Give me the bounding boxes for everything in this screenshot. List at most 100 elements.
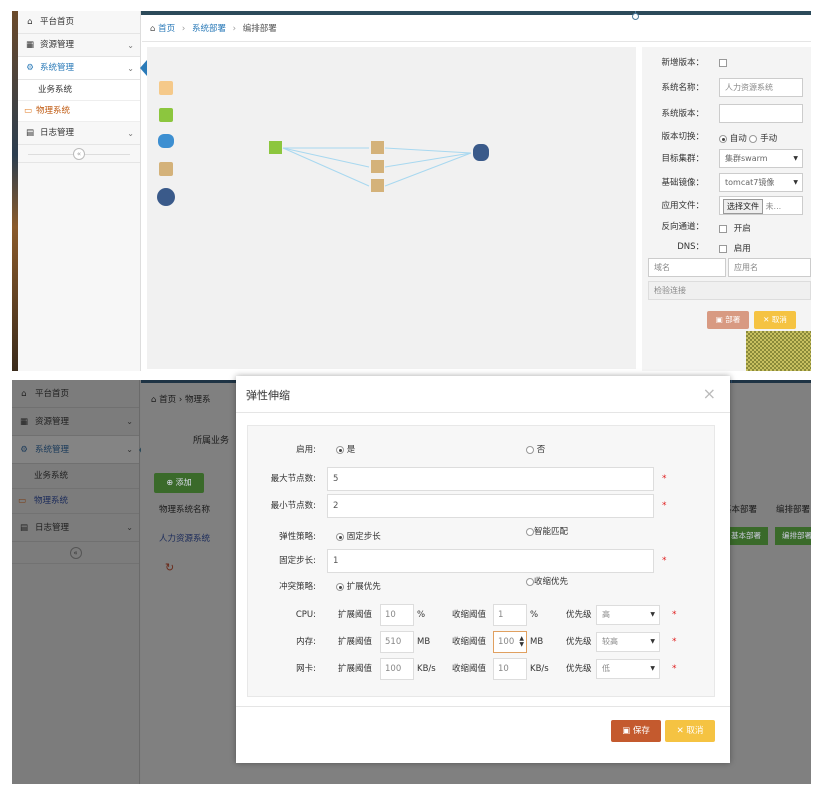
row-resource-cpu: CPU: 扩展阈值 10 % 收缩阈值 1 % 优先级 高 *	[248, 604, 716, 626]
row-physical-system-link[interactable]: 人力资源系统	[159, 532, 210, 544]
required-mark: *	[672, 664, 677, 674]
policy-fixed-radio[interactable]	[336, 532, 344, 541]
system-name-input[interactable]: 人力资源系统	[719, 78, 803, 97]
sidebar-item-business-system[interactable]: 业务系统	[12, 464, 139, 489]
enable-no-radio[interactable]	[526, 445, 534, 454]
chevron-down-icon: ⌄	[127, 41, 134, 50]
cancel-button[interactable]: ✕ 取消	[754, 311, 796, 329]
step-input[interactable]: 1	[327, 549, 654, 573]
grid-icon: ▦	[19, 417, 29, 427]
cancel-button[interactable]: ✕ 取消	[665, 720, 715, 742]
row-step: 固定步长: 1 *	[248, 549, 716, 573]
folder-icon: ▭	[24, 106, 33, 116]
chevron-down-icon: ⌄	[126, 445, 133, 454]
cpu-shrink-input[interactable]: 1	[493, 604, 527, 626]
collapse-icon[interactable]: «	[73, 148, 85, 160]
verify-connection-input[interactable]: 检验连接	[648, 281, 811, 300]
stepper-arrows-icon[interactable]: ▲ ▼	[519, 636, 524, 648]
row-resource-nic: 网卡: 扩展阈值 100 KB/s 收缩阈值 10 KB/s 优先级 低 *	[248, 658, 716, 680]
sidebar-collapse[interactable]: «	[12, 542, 139, 564]
reverse-channel-checkbox[interactable]	[719, 224, 727, 233]
max-nodes-input[interactable]: 5	[327, 467, 654, 491]
cluster-select[interactable]: 集群swarm	[719, 149, 803, 168]
modal-form: 启用: 是 否 最大节点数: 5 * 最小节点数: 2 * 弹性策略: 固定步长…	[247, 425, 715, 697]
switch-manual-radio[interactable]	[749, 134, 758, 143]
home-icon: ⌂	[150, 24, 156, 34]
sidebar: ⌂ 平台首页 ▦ 资源管理 ⌄ ⚙ 系统管理 ⌄ 业务系统 ▭ 物理系统 ▤ 日志管理 ⌄…	[12, 380, 146, 784]
refresh-icon[interactable]: ↻	[165, 561, 174, 574]
nic-expand-input[interactable]: 100	[380, 658, 414, 680]
deploy-button[interactable]: ▣ 部署	[707, 311, 749, 329]
enable-yes-radio[interactable]	[336, 445, 344, 454]
system-version-input[interactable]	[719, 104, 803, 123]
sidebar: ⌂ 平台首页 ▦ 资源管理 ⌄ ⚙ 系统管理 ⌄ 业务系统 ▭ 物理系统 ▤ 日志管理 ⌄…	[18, 11, 147, 371]
sidebar-item-system[interactable]: ⚙ 系统管理 ⌄	[12, 436, 146, 464]
flow-node-app[interactable]	[269, 141, 282, 154]
orchestrate-deploy-screen: ⌂ 平台首页 ▦ 资源管理 ⌄ ⚙ 系统管理 ⌄ 业务系统 ▭ 物理系统 ▤ 日志管理 ⌄…	[12, 11, 811, 371]
nic-priority-select[interactable]: 低	[596, 659, 660, 679]
row-app-file: 应用文件： 选择文件 未...	[642, 196, 811, 216]
close-icon: ✕	[676, 726, 684, 736]
required-mark: *	[672, 637, 677, 647]
required-mark: *	[662, 556, 667, 566]
column-orchestrate-deploy: 编排部署	[776, 505, 811, 515]
close-icon[interactable]: ×	[703, 384, 716, 403]
add-button[interactable]: ⊕ 添加	[154, 473, 204, 493]
domain-input[interactable]: 域名	[648, 258, 726, 277]
required-mark: *	[672, 610, 677, 620]
flow-node-package[interactable]	[371, 179, 384, 192]
row-version-switch: 版本切换： 自动 手动	[661, 132, 778, 144]
policy-smart-radio[interactable]	[526, 527, 534, 536]
breadcrumb-system-deploy[interactable]: 系统部署	[192, 24, 226, 34]
breadcrumb-home[interactable]: 首页	[158, 24, 175, 34]
breadcrumb-current: 物理系	[184, 395, 211, 405]
orchestration-canvas[interactable]	[147, 47, 636, 369]
sidebar-item-resources[interactable]: ▦ 资源管理 ⌄	[12, 408, 139, 436]
elastic-scaling-modal: 弹性伸缩 × 启用: 是 否 最大节点数: 5 * 最小节点数: 2 * 弹性策…	[236, 376, 730, 763]
choose-file-button[interactable]: 选择文件	[723, 199, 763, 214]
sidebar-item-system[interactable]: ⚙ 系统管理 ⌄	[18, 57, 147, 80]
orchestrate-deploy-button[interactable]: 编排部署	[775, 527, 811, 545]
sidebar-collapse[interactable]: «	[18, 145, 140, 163]
memory-priority-select[interactable]: 较高	[596, 632, 660, 652]
flow-node-package[interactable]	[371, 160, 384, 173]
flow-node-database[interactable]	[473, 144, 489, 161]
cpu-priority-select[interactable]: 高	[596, 605, 660, 625]
conflict-shrink-radio[interactable]	[526, 577, 534, 586]
memory-expand-input[interactable]: 510	[380, 631, 414, 653]
flow-line	[282, 147, 370, 168]
switch-auto-radio[interactable]	[719, 134, 727, 143]
deploy-form: 新增版本： 系统名称： 人力资源系统 系统版本： 版本切换： 自动 手动 目标集…	[642, 47, 811, 371]
conflict-expand-radio[interactable]	[336, 582, 344, 591]
row-new-version: 新增版本：	[642, 53, 811, 73]
sidebar-item-physical-system[interactable]: ▭ 物理系统	[12, 489, 139, 514]
row-dns: DNS： 启用	[677, 242, 751, 254]
flow-line	[282, 147, 370, 187]
breadcrumb-home[interactable]: 首页	[159, 395, 176, 405]
sidebar-item-physical-system[interactable]: ▭ 物理系统	[18, 101, 140, 122]
nic-shrink-input[interactable]: 10	[493, 658, 527, 680]
dns-checkbox[interactable]	[719, 244, 727, 253]
memory-shrink-input[interactable]: 100 ▲ ▼	[493, 631, 527, 653]
cpu-expand-input[interactable]: 10	[380, 604, 414, 626]
flow-node-package[interactable]	[371, 141, 384, 154]
top-bar	[141, 11, 811, 15]
save-button[interactable]: ▣ 保存	[611, 720, 661, 742]
close-icon: ✕	[763, 315, 770, 324]
sidebar-item-logs[interactable]: ▤ 日志管理 ⌄	[18, 122, 140, 145]
sidebar-item-home[interactable]: ⌂ 平台首页	[18, 11, 140, 34]
sidebar-item-home[interactable]: ⌂ 平台首页	[12, 380, 139, 408]
app-name-input[interactable]: 应用名	[728, 258, 811, 277]
min-nodes-input[interactable]: 2	[327, 494, 654, 518]
basic-deploy-button[interactable]: 基本部署	[724, 527, 768, 545]
desktop-background	[746, 331, 811, 371]
sidebar-item-business-system[interactable]: 业务系统	[18, 80, 140, 101]
sidebar-item-logs[interactable]: ▤ 日志管理 ⌄	[12, 514, 139, 542]
new-version-checkbox[interactable]	[719, 58, 727, 67]
row-cluster: 目标集群： 集群swarm	[642, 149, 811, 169]
sidebar-item-resources[interactable]: ▦ 资源管理 ⌄	[18, 34, 140, 57]
flow-line	[384, 152, 472, 168]
image-select[interactable]: tomcat7镜像	[719, 173, 803, 192]
collapse-icon[interactable]: «	[69, 547, 82, 559]
book-icon: ▤	[25, 128, 35, 138]
